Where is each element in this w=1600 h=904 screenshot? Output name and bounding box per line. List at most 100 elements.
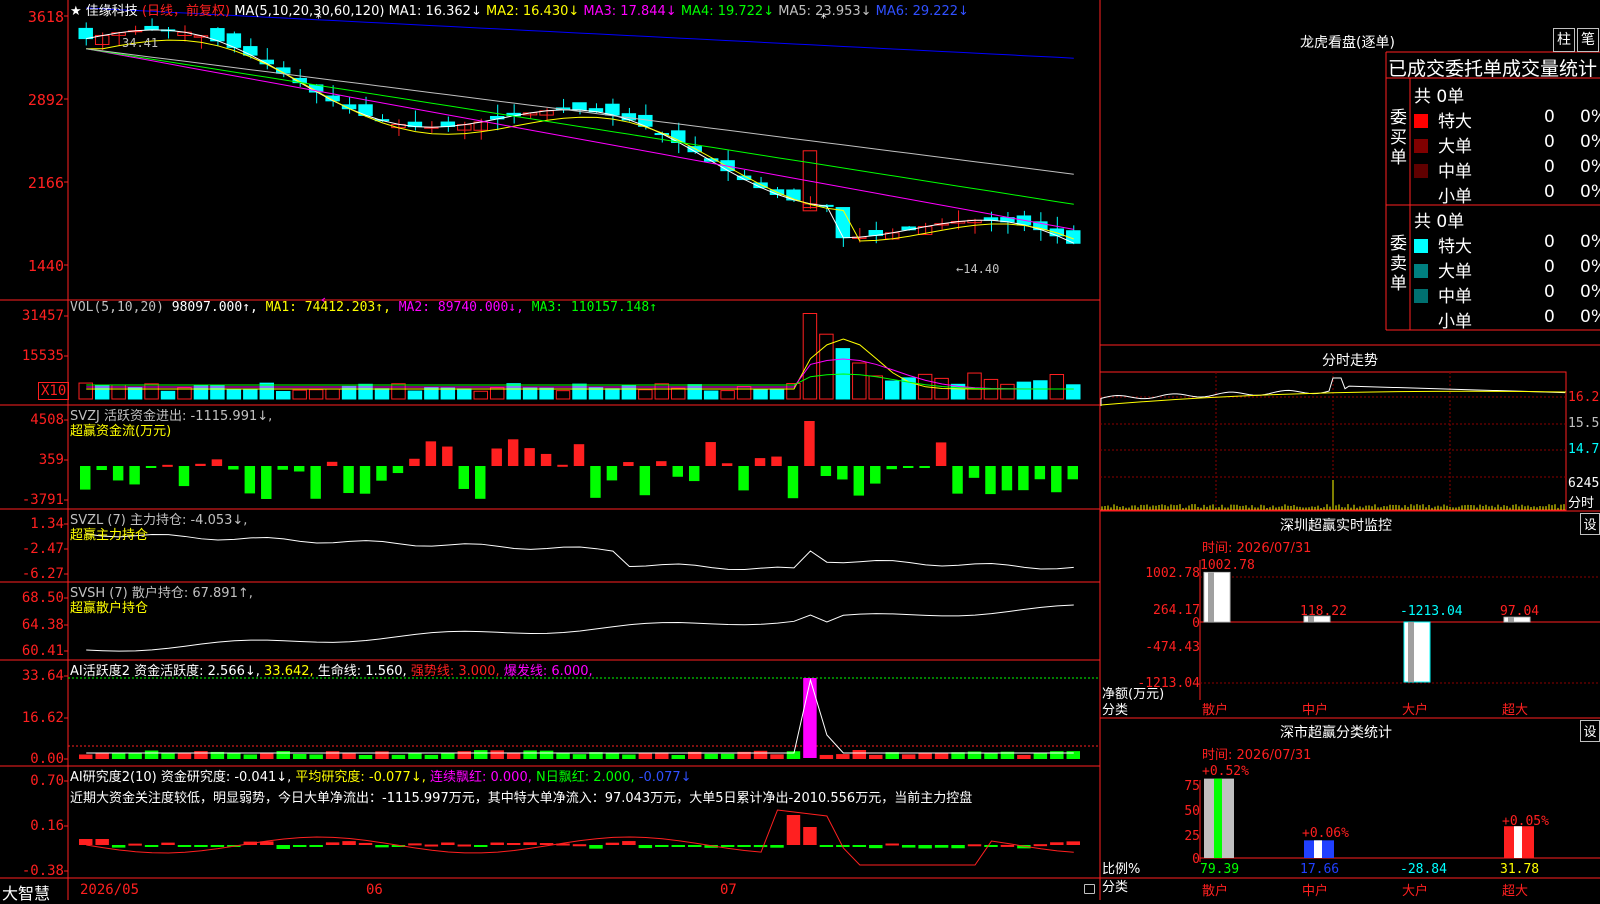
high-price-note: 34.41 [122,36,159,50]
swatch-icon [1414,139,1428,153]
sz-value-label: 118.22 [1300,604,1347,619]
sz-settings-button[interactable]: 设 [1580,513,1600,535]
tick-mode-button[interactable]: 笔 [1577,28,1599,52]
svsh-subtitle: 超赢散户持仓 [70,601,149,616]
date-label-1: 06 [366,882,383,898]
ai-tick-2: 0.00 [30,751,64,767]
fsz-title: 分时走势 [1322,353,1378,369]
ss-change-label: +0.05% [1502,814,1549,829]
sell-total: 共 0单 [1414,212,1465,232]
ma2-value: MA2: 16.430↓ [485,4,580,19]
vol-ma2: MA2: 89740.000↓, [398,300,524,315]
vol-title: VOL(5,10,20) [70,300,164,315]
order-type: 小单 [1438,312,1472,332]
sz-xlabel: 分类 [1102,703,1129,718]
svzl-tick-1: -2.47 [21,541,64,557]
research-red: 连续飘红: 0.000, [430,770,532,785]
order-row: 大单 0 0% [1414,257,1600,282]
order-count: 0 [1544,257,1555,277]
period-label[interactable]: (日线，前复权) [142,4,230,19]
order-count: 0 [1544,282,1555,302]
ss-tick-2: 25 [1184,829,1200,844]
sz-bar [1203,571,1231,623]
ss-time: 时间: 2026/07/31 [1202,748,1312,763]
svzl-subtitle: 超赢主力持仓 [70,528,149,543]
ma-prefix: MA(5,10,20,30,60,120) [234,4,385,19]
order-row: 中单 0 0% [1414,282,1600,307]
sz-tick-2: 0 [1192,616,1200,631]
svzj-tick-2: -3791 [21,492,64,508]
sz-time: 时间: 2026/07/31 [1202,541,1312,556]
fsz-unit: 分时 [1568,496,1595,511]
ai-activity: AI活跃度2 资金活跃度: 2.566↓, [70,664,260,679]
lhkp-heading: 已成交委托单成交量统计 [1388,58,1598,80]
fsz-tick-0: 16.27 [1568,390,1600,405]
bar-mode-button[interactable]: 柱 [1553,28,1575,52]
ss-ylabel: 比例% [1102,862,1141,877]
order-row: 小单 0 0% [1414,182,1600,207]
order-type: 小单 [1438,187,1472,207]
swatch-icon [1414,264,1428,278]
star-icon[interactable]: ★ [70,4,82,19]
ss-settings-button[interactable]: 设 [1580,720,1600,742]
ss-category-label: 大户 [1402,884,1429,899]
price-tick-1: 2892 [27,91,64,109]
price-tick-3: 1440 [27,257,64,275]
sz-bar-stripe [1208,572,1214,622]
research-tick-2: -0.38 [21,863,64,879]
research-degree: AI研究度2(10) 资金研究度: -0.041↓, [70,770,292,785]
research-avg: 平均研究度: -0.077↓, [295,770,426,785]
order-type: 特大 [1438,237,1472,257]
svsh-tick-1: 64.38 [21,617,64,633]
ss-value-label: 17.66 [1300,862,1340,877]
brand-logo[interactable]: 大智慧 [2,880,50,904]
ai-strongline: 强势线: 3.000, [410,664,500,679]
price-tick-0: 3618 [27,8,64,26]
svzj-tick-0: 4508 [30,412,64,428]
vol-tick-0: 31457 [21,308,64,324]
ma1-value: MA1: 16.362↓ [388,4,482,19]
fsz-vol: 6245 [1568,476,1600,491]
ss-change-label: +0.52% [1202,764,1249,779]
ma3-value: MA3: 17.844↓ [583,4,677,19]
ss-category-label: 超大 [1502,884,1529,899]
fsz-avg-line [1100,390,1567,406]
date-label-2: 07 [720,882,737,898]
fsz-tick-1: 15.51 [1568,416,1600,431]
sz-bar [1403,621,1431,683]
svzj-subtitle: 超赢资金流(万元) [70,424,172,439]
order-type: 大单 [1438,137,1472,157]
swatch-icon [1414,114,1428,128]
order-count: 0 [1544,232,1555,252]
research-header: AI研究度2(10) 资金研究度: -0.041↓, 平均研究度: -0.077… [70,766,692,785]
date-label-0: 2026/05 [80,882,140,898]
swatch-icon [1414,164,1428,178]
ai-header: AI活跃度2 资金活跃度: 2.566↓, 33.642, 生命线: 1.560… [70,660,593,679]
price-tick-2: 2166 [27,174,64,192]
ma4-value: MA4: 19.722↓ [680,4,775,19]
vol-ma1: MA1: 74412.203↑, [265,300,391,315]
ai-value2: 33.642, [264,664,314,679]
order-row: 中单 0 0% [1414,157,1600,182]
research-tick-0: 0.70 [30,773,64,789]
ss-value-label: 79.39 [1200,862,1240,877]
stock-name[interactable]: 佳缘科技 [86,4,138,19]
ss-category-label: 散户 [1202,884,1229,899]
order-type: 特大 [1438,112,1472,132]
lock-icon[interactable] [1084,884,1095,894]
svzl-tick-0: 1.34 [30,516,64,532]
chart-header: ★ 佳缘科技 (日线，前复权) MA(5,10,20,30,60,120) MA… [70,0,969,19]
research-nred: N日飘红: 2.000, [536,770,635,785]
buy-side-label: 委买单 [1390,108,1407,168]
order-type: 中单 [1438,162,1472,182]
ss-xlabel: 分类 [1102,880,1129,895]
order-count: 0 [1544,307,1555,327]
vol-header: VOL(5,10,20) 98097.000↑, MA1: 74412.203↑… [70,300,657,315]
ss-tick-0: 75 [1184,779,1200,794]
low-price-note: ←14.40 [956,262,1000,276]
ss-value-label: -28.84 [1400,862,1447,877]
fsz-tick-2: 14.75 [1568,442,1600,457]
sz-value-label: 97.04 [1500,604,1540,619]
order-row: 特大 0 0% [1414,107,1600,132]
svzj-tick-1: 359 [38,452,64,468]
